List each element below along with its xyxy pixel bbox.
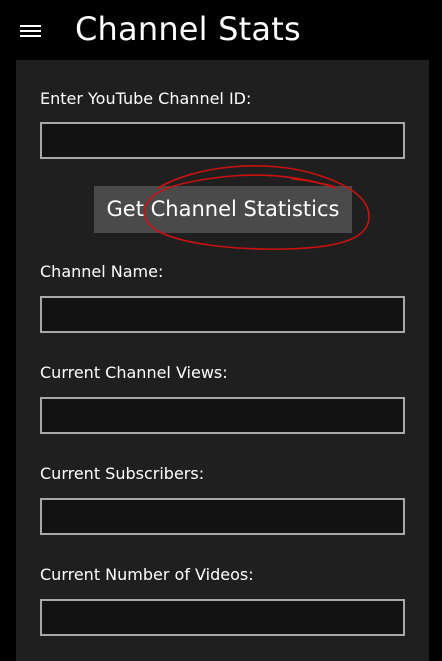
video-count-field[interactable]: [40, 599, 405, 636]
hamburger-menu-icon[interactable]: [20, 24, 41, 38]
channel-views-field[interactable]: [40, 397, 405, 434]
subscribers-label: Current Subscribers:: [40, 464, 205, 483]
channel-views-label: Current Channel Views:: [40, 363, 228, 382]
page-title: Channel Stats: [75, 10, 301, 48]
get-channel-statistics-button[interactable]: Get Channel Statistics: [94, 186, 352, 233]
stats-form-panel: Enter YouTube Channel ID: Get Channel St…: [16, 60, 429, 661]
video-count-label: Current Number of Videos:: [40, 565, 254, 584]
channel-name-field[interactable]: [40, 296, 405, 333]
app-header: Channel Stats: [0, 0, 442, 60]
channel-name-label: Channel Name:: [40, 262, 164, 281]
channel-id-label: Enter YouTube Channel ID:: [40, 89, 252, 108]
channel-id-input[interactable]: [40, 122, 405, 159]
subscribers-field[interactable]: [40, 498, 405, 535]
